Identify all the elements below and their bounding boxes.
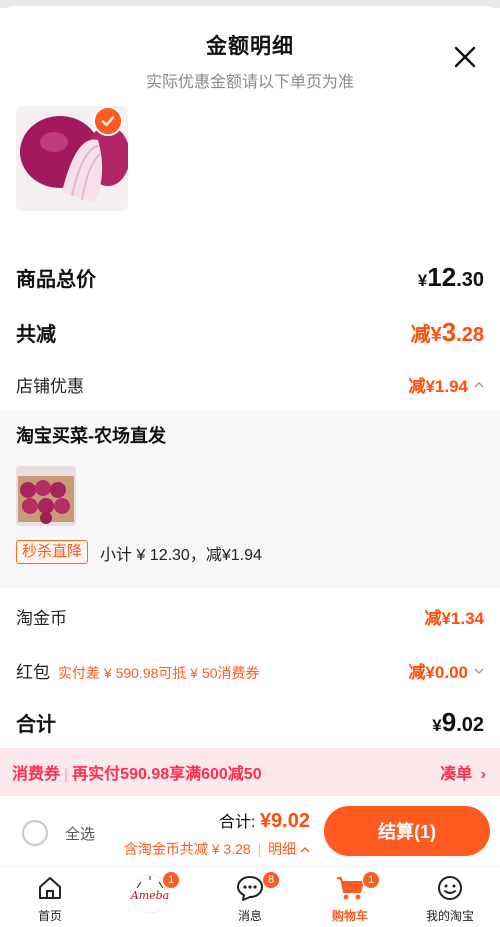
shop-item-thumbnail[interactable]: [16, 466, 76, 526]
coupon-bar[interactable]: 消费券 | 再实付590.98享满600减50 凑单 ›: [0, 748, 500, 796]
sheet-header: 金额明细 实际优惠金额请以下单页为准: [0, 30, 500, 92]
coupon-tag: 消费券: [12, 766, 61, 783]
tab-promo[interactable]: Ameba 1: [110, 871, 190, 915]
tab-messages[interactable]: 消息 8: [210, 871, 290, 924]
redpack-label: 红包: [16, 663, 50, 682]
check-icon: [101, 116, 115, 127]
chevron-up-icon: [474, 381, 484, 387]
coupon-divider: |: [64, 766, 69, 783]
page-title: 金额明细: [206, 35, 294, 58]
selected-check-badge[interactable]: [93, 106, 123, 136]
message-icon: [237, 876, 263, 901]
grand-total-row: 合计 ¥9.02: [16, 707, 484, 738]
checkout-total-value: ¥9.02: [259, 810, 310, 832]
cart-icon: [337, 877, 364, 900]
profile-icon: [438, 876, 462, 900]
promo-badge: 1: [162, 871, 180, 889]
shop-discount-label: 店铺优惠: [16, 377, 84, 396]
grand-total-value: ¥9.02: [432, 707, 484, 737]
onion-box-image: [16, 466, 76, 526]
goods-total-label: 商品总价: [16, 269, 96, 291]
detail-link[interactable]: 明细: [268, 841, 296, 857]
bottom-tab-bar: 首页 Ameba 1 消息 8 购物车 1 我的淘宝: [0, 866, 500, 927]
home-icon: [39, 877, 61, 899]
coin-label: 淘金币: [16, 609, 67, 628]
flash-sale-tag: 秒杀直降: [16, 540, 89, 564]
checkout-coin-note[interactable]: 含淘金币共减 ¥ 3.28 | 明细: [124, 839, 310, 859]
close-button[interactable]: [450, 42, 480, 72]
svg-text:Ameba: Ameba: [130, 889, 169, 902]
coin-value: 减¥1.34: [424, 609, 484, 628]
close-icon: [454, 46, 476, 68]
tab-cart[interactable]: 购物车 1: [310, 871, 390, 924]
goods-total-row: 商品总价 ¥12.30: [16, 262, 484, 293]
redpack-value: 减¥0.00: [408, 663, 468, 682]
shop-discount-row[interactable]: 店铺优惠 减¥1.94: [16, 372, 484, 397]
shop-discount-value: 减¥1.94: [408, 377, 468, 396]
shop-name: 淘宝买菜-农场直发: [16, 426, 166, 446]
redpack-row[interactable]: 红包 实付差 ¥ 590.98可抵 ¥ 50消费券 减¥0.00: [16, 658, 484, 683]
select-all-radio[interactable]: [22, 820, 48, 846]
checkout-total: 合计: ¥9.02: [219, 810, 310, 832]
cart-badge: 1: [362, 871, 380, 889]
total-discount-row: 共减 减¥3.28: [16, 317, 484, 348]
settle-button[interactable]: 结算(1): [324, 806, 490, 856]
chevron-up-icon: [300, 847, 310, 853]
select-all-label[interactable]: 全选: [65, 823, 95, 844]
grand-total-label: 合计: [16, 714, 56, 736]
redpack-note: 实付差 ¥ 590.98可抵 ¥ 50消费券: [58, 665, 260, 681]
tab-my-taobao[interactable]: 我的淘宝: [410, 873, 490, 924]
coin-row: 淘金币 减¥1.34: [16, 604, 484, 629]
total-discount-value: 减¥3.28: [410, 317, 484, 347]
messages-badge: 8: [262, 871, 280, 889]
goods-total-value: ¥12.30: [417, 262, 484, 292]
total-discount-label: 共减: [16, 324, 56, 346]
chevron-down-icon: [474, 668, 484, 674]
page-subtitle: 实际优惠金额请以下单页为准: [145, 74, 354, 91]
shop-subtotal-text: 小计 ¥ 12.30，减¥1.94: [100, 547, 262, 564]
coupon-text: 再实付590.98享满600减50: [72, 766, 262, 783]
tab-home[interactable]: 首页: [10, 873, 90, 924]
add-items-link[interactable]: 凑单 ›: [440, 760, 486, 784]
chevron-right-icon: ›: [480, 766, 486, 783]
